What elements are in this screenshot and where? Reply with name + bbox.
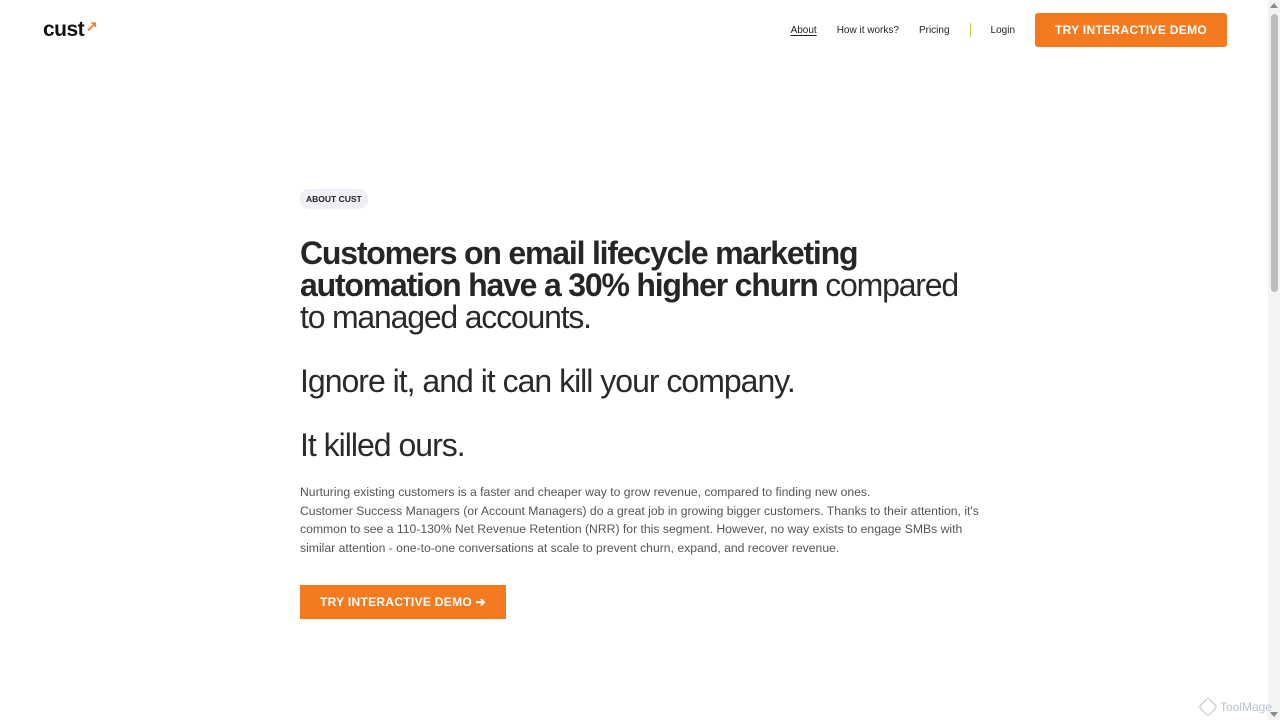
hero-demo-button[interactable]: TRY INTERACTIVE DEMO ➔ (300, 585, 506, 620)
hero-section: ABOUT CUST Customers on email lifecycle … (300, 189, 980, 620)
vertical-scrollbar[interactable] (1268, 0, 1280, 720)
hero-paragraph-1: Nurturing existing customers is a faster… (300, 485, 871, 499)
hero-body: Nurturing existing customers is a faster… (300, 483, 980, 557)
scroll-up-arrow-icon[interactable] (1270, 3, 1278, 8)
hero-paragraph-2: Customer Success Managers (or Account Ma… (300, 503, 979, 555)
watermark: ToolMage (1198, 697, 1272, 717)
hero-subline-killed: It killed ours. (300, 427, 466, 463)
top-nav: About How it works? Pricing Login TRY IN… (771, 13, 1227, 47)
hero-headline: Customers on email lifecycle marketing a… (300, 237, 980, 333)
nav-about-link[interactable]: About (791, 25, 817, 36)
nav-login-link[interactable]: Login (991, 25, 1015, 36)
hero-headline-bold: Customers on email lifecycle marketing a… (300, 235, 858, 303)
watermark-text: ToolMage (1219, 700, 1272, 714)
scrollbar-thumb[interactable] (1271, 14, 1278, 292)
about-badge: ABOUT CUST (300, 189, 368, 209)
nav-divider (969, 23, 971, 37)
logo-text: cust (43, 18, 85, 41)
header-demo-button[interactable]: TRY INTERACTIVE DEMO (1035, 13, 1227, 47)
logo[interactable]: cust ↗ (43, 18, 98, 42)
watermark-logo-icon (1198, 697, 1218, 717)
nav-pricing-link[interactable]: Pricing (919, 25, 950, 36)
nav-how-it-works-link[interactable]: How it works? (837, 25, 899, 36)
logo-arrow-icon: ↗ (85, 19, 98, 36)
hero-subline-warning: Ignore it, and it can kill your company. (300, 363, 796, 399)
